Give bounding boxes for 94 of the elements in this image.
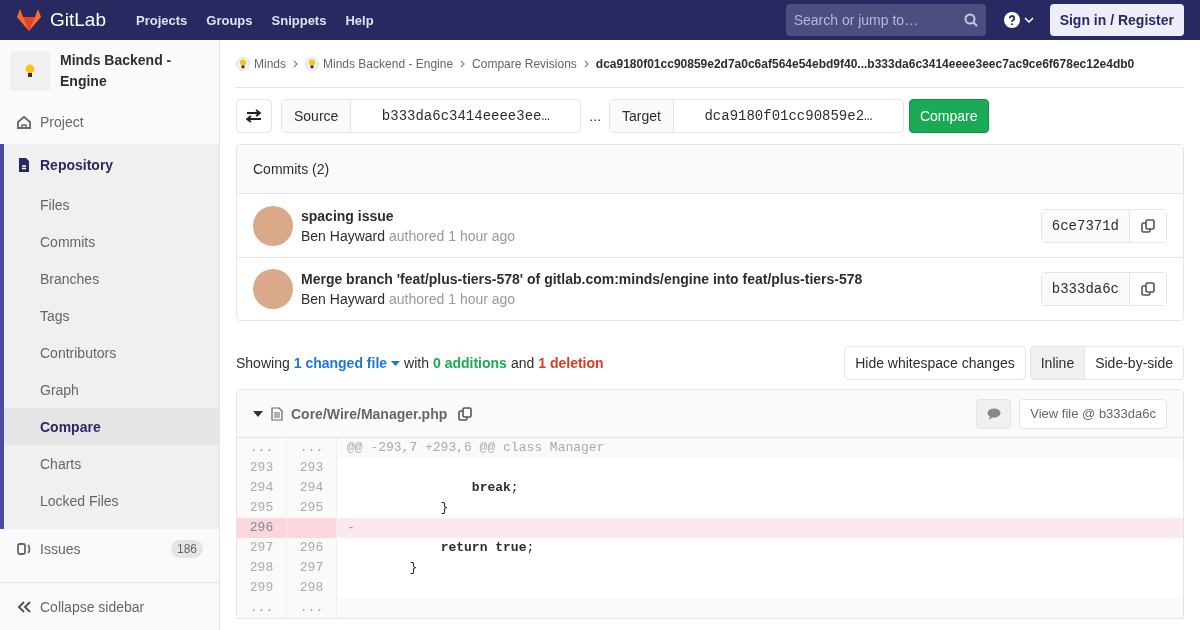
- sidebar-subitem[interactable]: Contributors: [4, 334, 219, 371]
- deletions-count: 1 deletion: [538, 355, 604, 371]
- breadcrumb-link[interactable]: dca9180f01cc90859e2d7a0c6af564e54ebd9f40...b333da6c3414eeee3eec7ac9ce6f678ec12e4db0: [595, 56, 1135, 71]
- separator-text: ...: [589, 108, 602, 124]
- help-icon[interactable]: [1003, 12, 1020, 28]
- copy-icon: [1141, 282, 1155, 296]
- breadcrumb-link[interactable]: Minds: [254, 56, 286, 71]
- file-icon: [271, 406, 283, 421]
- nav-link[interactable]: Groups: [206, 12, 253, 28]
- nav-link[interactable]: Projects: [136, 12, 188, 28]
- line-number: ...: [237, 598, 287, 618]
- search-icon: [963, 13, 978, 27]
- sidebar-subitem[interactable]: Commits: [4, 223, 219, 260]
- swap-button[interactable]: [236, 99, 272, 133]
- code-line: break;: [470, 479, 520, 497]
- panel-title: Commits (2): [237, 145, 1183, 194]
- view-mode-button[interactable]: Side-by-side: [1085, 346, 1184, 380]
- changed-files-dropdown[interactable]: 1 changed file: [293, 355, 401, 371]
- nav-link[interactable]: Snippets: [271, 12, 327, 28]
- commit-sha[interactable]: 6ce7371d: [1041, 209, 1130, 242]
- line-number: ...: [237, 438, 287, 458]
- repository-icon: [16, 157, 32, 173]
- sidebar-subitem[interactable]: Compare: [4, 408, 219, 445]
- issues-icon: [16, 541, 32, 557]
- view-mode-button[interactable]: Inline: [1029, 346, 1086, 380]
- revision-field[interactable]: Source b333da6c3414eeee3ee…: [281, 99, 582, 133]
- line-number: ...: [287, 598, 337, 618]
- code-line: }: [439, 499, 450, 517]
- line-number: 295: [287, 498, 337, 518]
- sidebar-subitem[interactable]: Tags: [4, 297, 219, 334]
- commit-time: authored 1 hour ago: [389, 227, 516, 244]
- sidebar-item[interactable]: Issues 186: [0, 529, 219, 569]
- copy-icon: [1141, 218, 1155, 233]
- author-link[interactable]: Ben Hayward: [301, 291, 386, 307]
- commit-title[interactable]: Merge branch 'feat/plus-tiers-578' of gitlab.com:minds/engine into feat/plus-tiers-578: [301, 271, 1033, 287]
- line-number: 297: [287, 558, 337, 578]
- code-line: -: [346, 519, 356, 537]
- search-field[interactable]: Search or jump to…: [785, 4, 986, 36]
- line-number: 298: [237, 558, 287, 578]
- commit-time: authored 1 hour ago: [389, 291, 516, 307]
- speech-bubble-icon: [986, 407, 1001, 420]
- collapse-sidebar-button[interactable]: Collapse sidebar: [0, 582, 219, 630]
- sidebar-subitem[interactable]: Branches: [4, 260, 219, 297]
- project-icon: [16, 114, 32, 130]
- chevron-right-icon: [582, 58, 590, 69]
- gitlab-logo-icon: [16, 8, 42, 32]
- code-line: }: [408, 559, 419, 577]
- sidebar-subitem[interactable]: Charts: [4, 445, 219, 482]
- commit-sha[interactable]: b333da6c: [1041, 273, 1130, 305]
- line-number: 294: [237, 478, 287, 498]
- commit-title[interactable]: spacing issue: [301, 207, 1033, 224]
- brand-name[interactable]: GitLab: [50, 9, 106, 31]
- double-chevron-left-icon: [16, 599, 32, 614]
- line-number: 294: [287, 478, 337, 498]
- view-file-button[interactable]: View file @ b333da6c: [1019, 398, 1167, 429]
- line-number: ...: [287, 438, 337, 458]
- chevron-down-icon[interactable]: [1023, 17, 1034, 23]
- breadcrumb-link[interactable]: Compare Revisions: [472, 56, 577, 71]
- line-number: 293: [237, 458, 287, 478]
- line-number: 293: [287, 458, 337, 478]
- summary-text: and: [510, 355, 535, 371]
- lightbulb-icon: [305, 56, 319, 71]
- line-number: 296: [287, 538, 337, 558]
- line-number: 296: [237, 518, 287, 538]
- sidebar-subitem[interactable]: Graph: [4, 371, 219, 408]
- code-line: return true;: [439, 539, 536, 557]
- breadcrumb-link[interactable]: Minds Backend - Engine: [323, 56, 454, 71]
- line-number: 295: [237, 498, 287, 518]
- sidebar-item[interactable]: Project: [0, 102, 219, 142]
- caret-down-icon: [391, 360, 401, 366]
- chevron-right-icon: [459, 58, 467, 69]
- chevron-right-icon: [292, 58, 299, 69]
- sidebar-item[interactable]: Repository: [4, 144, 219, 186]
- sidebar-subitem[interactable]: Files: [4, 186, 219, 223]
- hide-whitespace-button[interactable]: Hide whitespace changes: [844, 346, 1026, 380]
- line-number: 297: [237, 538, 287, 558]
- lightbulb-icon: [236, 56, 250, 71]
- project-name[interactable]: Minds Backend - Engine: [60, 50, 190, 92]
- file-path[interactable]: Core/Wire/Manager.php: [291, 405, 448, 422]
- nav-link[interactable]: Help: [345, 12, 374, 28]
- additions-count: 0 additions: [432, 355, 507, 371]
- sign-in-button[interactable]: Sign in / Register: [1049, 4, 1184, 36]
- sidebar-subitem[interactable]: Locked Files: [4, 482, 219, 519]
- swap-arrows-icon: [246, 109, 262, 123]
- line-number: 298: [287, 578, 337, 598]
- count-badge: 186: [170, 540, 203, 558]
- copy-icon: [458, 406, 473, 421]
- line-number: 299: [237, 578, 287, 598]
- summary-text: with: [404, 355, 429, 371]
- comment-button[interactable]: [976, 398, 1012, 429]
- revision-field[interactable]: Target dca9180f01cc90859e2…: [609, 99, 904, 133]
- caret-down-icon[interactable]: [253, 410, 263, 417]
- author-link[interactable]: Ben Hayward: [301, 227, 386, 244]
- summary-text: Showing: [236, 355, 290, 371]
